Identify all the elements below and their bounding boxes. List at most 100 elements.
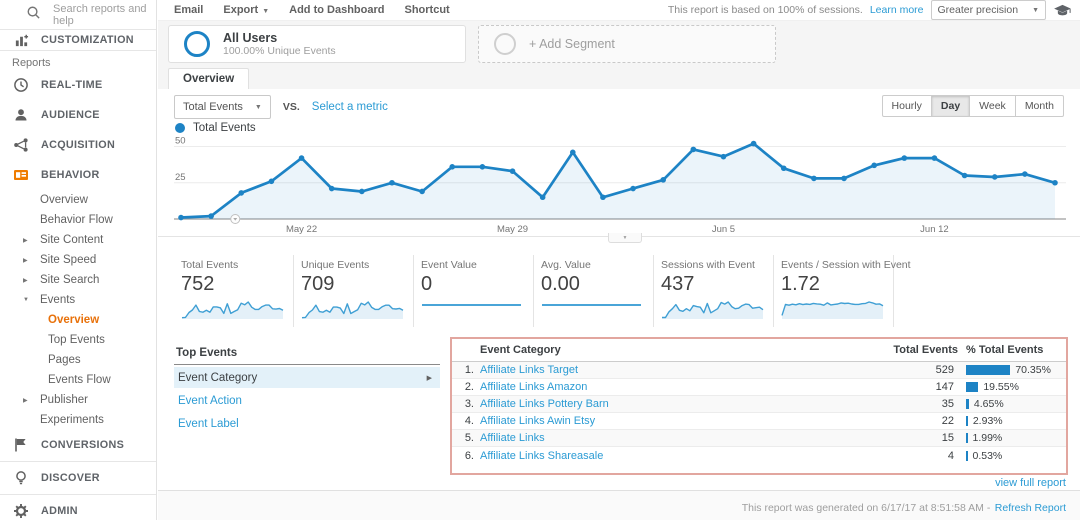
scorecard-value: 0.00	[541, 273, 580, 295]
scorecard[interactable]: Events / Session with Event 1.72	[774, 255, 911, 327]
email-button[interactable]: Email	[174, 4, 203, 16]
legend-label: Total Events	[193, 122, 256, 134]
expander-arrow-icon: ▼	[23, 297, 29, 303]
granularity-day[interactable]: Day	[930, 95, 971, 117]
sidebar-item-discover[interactable]: DISCOVER	[0, 463, 156, 493]
sidebar-item-events[interactable]: ▼ Events	[0, 290, 156, 310]
granularity-month[interactable]: Month	[1014, 95, 1064, 117]
segment-area: All Users 100.00% Unique Events + Add Se…	[158, 21, 1080, 67]
sidebar-item-site-search[interactable]: ▶ Site Search	[0, 270, 156, 290]
scorecard[interactable]: Unique Events 709	[294, 255, 414, 327]
col-header-category[interactable]: Event Category	[480, 339, 890, 362]
scorecard[interactable]: Avg. Value 0.00	[534, 255, 654, 327]
sidebar-item-events-flow[interactable]: Events Flow	[0, 370, 156, 390]
sidebar-search[interactable]: Search reports and help	[0, 0, 156, 30]
sparkline-chart	[181, 301, 284, 319]
timeline-chart: 25 50 May 22 May 29 Jun 5 Jun 12	[174, 135, 1066, 237]
event-category-link[interactable]: Affiliate Links Awin Etsy	[480, 415, 595, 427]
select-a-metric-link[interactable]: Select a metric	[312, 101, 388, 113]
granularity-hourly[interactable]: Hourly	[881, 95, 932, 117]
scorecard-value: 709	[301, 273, 335, 295]
scorecard-value: 752	[181, 273, 215, 295]
svg-text:Jun 5: Jun 5	[712, 224, 735, 235]
sidebar-item-acquisition[interactable]: ACQUISITION	[0, 130, 156, 160]
chart-collapse-handle[interactable]: ▼	[608, 233, 642, 243]
add-segment-button[interactable]: + Add Segment	[478, 25, 776, 63]
table-row: 1. Affiliate Links Target 529 70.35%	[452, 361, 1066, 379]
event-category-link[interactable]: Affiliate Links Amazon	[480, 381, 587, 393]
top-events-panel: Top Events Event Category ▶ Event Action…	[174, 343, 440, 434]
event-category-link[interactable]: Affiliate Links Target	[480, 364, 578, 376]
sidebar-item-label: CUSTOMIZATION	[41, 34, 134, 46]
scorecard-label: Sessions with Event	[661, 259, 755, 271]
sidebar-item-conversions[interactable]: CONVERSIONS	[0, 430, 156, 460]
top-events-row-event-label[interactable]: Event Label	[174, 413, 440, 434]
event-category-link[interactable]: Affiliate Links Shareasale	[480, 450, 603, 462]
sidebar-nav: REAL-TIME AUDIENCE ACQUISITION BEHAVIOR …	[0, 70, 156, 520]
expander-arrow-icon: ▶	[23, 277, 28, 284]
reports-section-label: Reports	[12, 57, 51, 69]
sidebar-item-overview[interactable]: Overview	[0, 310, 156, 330]
gear-icon	[13, 503, 29, 519]
add-segment-label: + Add Segment	[529, 37, 615, 51]
pct-bar	[966, 416, 968, 427]
shortcut-button[interactable]: Shortcut	[404, 4, 449, 16]
top-events-row-event-action[interactable]: Event Action	[174, 390, 440, 411]
sidebar-item-overview[interactable]: Overview	[0, 190, 156, 210]
scorecard[interactable]: Total Events 752	[174, 255, 294, 327]
segment-all-users[interactable]: All Users 100.00% Unique Events	[168, 25, 466, 63]
search-placeholder: Search reports and help	[53, 2, 147, 27]
sidebar-item-publisher[interactable]: ▶ Publisher	[0, 390, 156, 410]
sidebar-item-site-speed[interactable]: ▶ Site Speed	[0, 250, 156, 270]
event-category-link[interactable]: Affiliate Links	[480, 432, 545, 444]
sidebar-item-admin[interactable]: ADMIN	[0, 496, 156, 520]
add-to-dashboard-button[interactable]: Add to Dashboard	[289, 4, 384, 16]
learn-more-link[interactable]: Learn more	[870, 4, 924, 16]
toolbar-right: This report is based on 100% of sessions…	[668, 0, 1080, 20]
toolbar-actions: Email Export ▼ Add to Dashboard Shortcut	[158, 4, 450, 16]
sidebar-item-site-content[interactable]: ▶ Site Content	[0, 230, 156, 250]
metric-selector-row: Total Events ▼ VS. Select a metric	[174, 95, 388, 119]
segment-ring-icon	[184, 31, 210, 57]
scorecard-row: Total Events 752 Unique Events 709 Event…	[174, 255, 911, 327]
event-category-link[interactable]: Affiliate Links Pottery Barn	[480, 398, 609, 410]
refresh-report-link[interactable]: Refresh Report	[995, 502, 1066, 514]
legend-dot-icon	[175, 123, 185, 133]
generated-text: This report was generated on 6/17/17 at …	[741, 502, 991, 514]
metric-selector-dropdown[interactable]: Total Events ▼	[174, 95, 271, 119]
lightbulb-icon	[13, 470, 29, 486]
view-full-report-link[interactable]: view full report	[995, 477, 1066, 489]
scorecard[interactable]: Event Value 0	[414, 255, 534, 327]
sparkline-chart	[542, 304, 641, 306]
sidebar-item-behavior-flow[interactable]: Behavior Flow	[0, 210, 156, 230]
tab-overview[interactable]: Overview	[168, 68, 250, 89]
pct-bar	[966, 433, 968, 444]
report-toolbar: Email Export ▼ Add to Dashboard Shortcut …	[158, 0, 1080, 21]
granularity-week[interactable]: Week	[969, 95, 1016, 117]
sidebar-item-customization[interactable]: CUSTOMIZATION	[0, 30, 156, 51]
sparkline-chart	[422, 304, 521, 306]
col-header-total-events[interactable]: Total Events	[890, 339, 958, 362]
sidebar: Search reports and help CUSTOMIZATION Re…	[0, 0, 157, 520]
sidebar-item-pages[interactable]: Pages	[0, 350, 156, 370]
chevron-down-icon: ▼	[254, 103, 262, 111]
expander-arrow-icon: ▶	[23, 257, 28, 264]
precision-selector[interactable]: Greater precision ▼	[930, 0, 1046, 20]
sidebar-item-audience[interactable]: AUDIENCE	[0, 100, 156, 130]
sampling-hat-icon[interactable]	[1053, 4, 1072, 17]
export-button[interactable]: Export ▼	[223, 4, 269, 16]
scorecard[interactable]: Sessions with Event 437	[654, 255, 774, 327]
sidebar-item-top-events[interactable]: Top Events	[0, 330, 156, 350]
scorecard-label: Total Events	[181, 259, 239, 271]
scorecard-label: Unique Events	[301, 259, 370, 271]
customization-icon	[13, 32, 29, 48]
sidebar-divider	[0, 461, 156, 462]
top-events-row-event-category[interactable]: Event Category ▶	[174, 367, 440, 388]
sidebar-item-experiments[interactable]: Experiments	[0, 410, 156, 430]
sidebar-item-behavior[interactable]: BEHAVIOR	[0, 160, 156, 190]
col-header-pct-total-events[interactable]: % Total Events	[958, 339, 1066, 362]
scorecard-value: 437	[661, 273, 695, 295]
svg-text:50: 50	[175, 136, 186, 147]
chart-legend: Total Events	[175, 122, 256, 134]
sidebar-item-real-time[interactable]: REAL-TIME	[0, 70, 156, 100]
